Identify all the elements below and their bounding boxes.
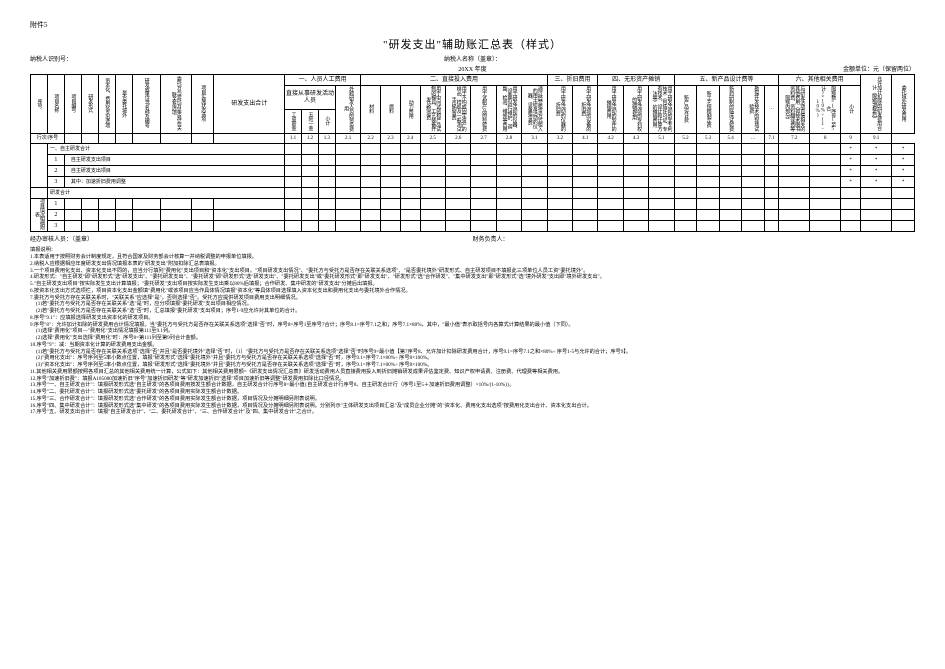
- c-dep1: 用于研发活动的仪器的折旧费: [555, 86, 565, 133]
- note-line: 1.本表适用于按照财务会计制度规定，且符合国家及财务部会计核算一并纳税调整的申报…: [30, 254, 915, 261]
- group-3: 三、折旧费用: [547, 75, 598, 86]
- c-des3: 新药研制的临床试验费: [728, 86, 733, 131]
- col-pname: 项目名称: [53, 94, 58, 112]
- note-line: (2)若"委托方与受托方是否存在关联关系"选"否"时，汇总填报"委托研发"支出项…: [30, 308, 915, 315]
- table-row: 1 自主研发支出项目 * * *: [31, 155, 915, 166]
- group-1: 一、人员人工费用: [285, 75, 361, 86]
- col-co: 是否委托境外: [121, 90, 126, 117]
- group-5: 五、新产品设计费等: [674, 75, 778, 86]
- table-row: 2 自主研发支出项目 * * *: [31, 166, 915, 177]
- note-line: 14.序号"二、委托研发合计"：填报研发形式选"委托研发"的各项目费用实际发生额…: [30, 389, 915, 396]
- c-wage: 工资薪金: [291, 112, 296, 130]
- col-entrust: 委托方与受托方是否存在关联关系选项: [171, 75, 181, 133]
- group-6: 六、其他相关费用: [779, 75, 861, 86]
- c-des1: 新产品设计费: [683, 95, 688, 122]
- taxpayer-name-label: 纳税人名称（盖章）：: [296, 54, 650, 63]
- note-line: 17.序号"五、研发支出合计"：填报"自主研发合计"、"二、委托研发合计"、"三…: [30, 409, 915, 416]
- group-2: 二、直接投入费用: [361, 75, 547, 86]
- attachment-label: 附件5: [30, 20, 915, 30]
- main-table: 序号 项目名称 项目编号 研发形式 资本化、费用化支出选项 是否委托境外 研发成…: [30, 74, 915, 232]
- page-title: "研发支出"辅助账汇总表（样式）: [30, 36, 915, 52]
- group-1a: 直接从事研发活动人员: [285, 86, 336, 110]
- note-line: (3)"资本化支出"：序号序列至5率小数点位置，填报"研发形式"选择"委托境外"…: [30, 362, 915, 369]
- row-group-b: 研发合计: [31, 188, 915, 199]
- c-dot: …: [769, 106, 774, 111]
- period-label: 20XX 年度: [296, 64, 650, 73]
- note-line: 10.序号"9"：减：当期资本化计算的研发费用支出金额。: [30, 342, 915, 349]
- c-rent: 通过经营租赁方式租入的用于研发活动的仪器、设备租赁费: [527, 86, 542, 133]
- c-maint: 用于研发活动的仪器、设备的运行维护、调整、检验、维修等费用: [502, 86, 517, 133]
- col-auth: 研发成果证书名称及编号: [144, 78, 149, 128]
- c-amo1: 用于研发活动的软件的摊销费用: [606, 86, 616, 133]
- sign-right: 财务负责人：: [473, 234, 916, 243]
- c-oth1: 与研发活动直接相关的其他费用（如技术图书资料费、资料翻译费等限额内部分）: [784, 86, 804, 133]
- c-des2: 新工艺规程制定费: [706, 91, 711, 127]
- table-row: 3 其中：加速折旧费用调整 * * *: [31, 177, 915, 188]
- note-line: 8.序号"9.1"：应填报选择研发支出资本化的研发项目。: [30, 315, 915, 322]
- col-acct: 研发形式: [87, 94, 92, 112]
- c-mat: 材料: [368, 104, 373, 113]
- c-sample: 用于不构成固定资产的样品、样机及一般测试手段购置费: [451, 86, 466, 133]
- note-line: 11.其他相关费用限额按照各项目汇总的其他相关费用统一计算，公式如下：其他相关费…: [30, 369, 915, 376]
- c-amo2: 用于研发活动的专利权的摊销费用: [631, 86, 641, 133]
- col-finish: 项目实施状态选项: [200, 85, 205, 121]
- c-dep2: 用于研发活动的设备的折旧费: [580, 86, 590, 133]
- col-seq: 序号: [36, 99, 41, 108]
- row-group-c: 项目情况明细附表 1: [31, 199, 915, 210]
- note-line: 6.按资本化支出方式选项栏，项目资本化支出金额填"费用化"或该项目应当作具体情况…: [30, 288, 915, 295]
- note-line: 2.纳税人应根据相应年度研发支出情况填报本表的"研发支出"附加扣除汇总表填报。: [30, 261, 915, 268]
- c-test: 用于试制产品的检验费: [481, 86, 486, 131]
- c-oth2: 限额数=(序号1至5合计)×10%÷(1-10%): [815, 86, 835, 131]
- note-line: 15.序号"三、合作研发合计"：填报研发形式选"合作研发"的各项目费用实际发生额…: [30, 396, 915, 403]
- c-wage2: 五险一金: [307, 112, 312, 130]
- c-fuel: 燃料: [388, 104, 393, 113]
- table-row: 2: [31, 210, 915, 221]
- c-sub: 小计: [324, 116, 329, 125]
- unit-label: 金额单位：元（保留两位）: [650, 64, 916, 73]
- c-des4: 勘探开发技术的现场试验费: [748, 86, 758, 133]
- notes-block: 填报说明： 1.本表适用于按照财务会计制度规定，且符合国家及财务部会计核算一并纳…: [30, 247, 915, 416]
- col-pcode: 项目编号: [70, 94, 75, 112]
- note-line: (2)选择"费用化"支出选择"费用化"时：序号8=第111列至第9列合计金额。: [30, 335, 915, 342]
- table-row: 3: [31, 221, 915, 232]
- col-r: 允许加计扣除的研发费用合计（限额调整后）: [871, 75, 881, 133]
- col-cap: 资本化、费用化支出选项: [104, 78, 109, 128]
- col-total: 研发支出合计: [214, 75, 285, 134]
- c-oth3: 小计: [848, 104, 853, 113]
- sign-left: 经办审核人员：（盖章）: [30, 234, 473, 243]
- c-power: 动力费用: [408, 100, 413, 118]
- col-r2: 委托境外研发费用: [901, 85, 906, 121]
- c-mold: 用于中间试验和产品试制的模具、工艺装备开发及制造费: [425, 86, 440, 133]
- taxpayer-id-label: 纳税人识别号：: [30, 54, 296, 63]
- note-line: 5."自主研发支出项目"按实际发生支出计算填报；"委托研发"支出项目按实际发生支…: [30, 281, 915, 288]
- group-4: 四、无形资产摊销: [598, 75, 674, 86]
- number-row: 行次/序号 1.1 1.2 1.3 2.1 2.2 2.3 2.4 2.5 2.…: [31, 134, 915, 144]
- c-amo3: 用于研发活动的非专利技术（包括许可证、专有技术、设计和计算方法等）的摊销费用: [652, 86, 672, 133]
- row-group-a: 一、自主研发合计 * * *: [31, 144, 915, 155]
- col-ext: 外聘研发人员的劳务费用: [343, 86, 353, 133]
